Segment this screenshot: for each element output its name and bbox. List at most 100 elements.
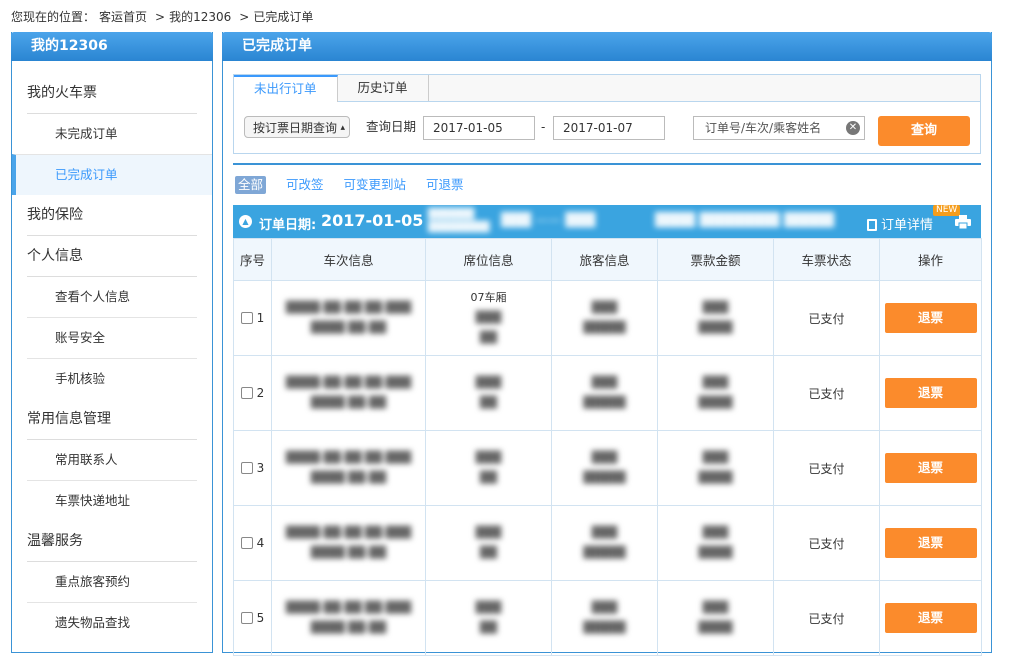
query-date-label: 查询日期 <box>366 119 417 134</box>
price-cell: ███ ████ <box>657 280 774 356</box>
clear-icon[interactable]: ✕ <box>846 121 860 135</box>
breadcrumb-separator: > <box>239 10 250 24</box>
date-to-input[interactable]: 2017-01-07 <box>553 116 665 140</box>
blurred-passenger-info: ███ █████ <box>583 301 626 334</box>
status-cell: 已支付 <box>773 580 880 656</box>
order-tabs: 未出行订单 历史订单 <box>234 75 980 102</box>
divider <box>233 163 981 165</box>
collapse-icon[interactable]: ▲ <box>239 215 252 228</box>
status-cell: 已支付 <box>773 355 880 431</box>
blurred-train-info: ████-██-██ ██:███ ████ ██-██ <box>285 526 412 559</box>
sidebar-item-lost-items[interactable]: 遗失物品查找 <box>27 602 197 643</box>
col-header-price: 票款金额 <box>657 238 774 281</box>
refund-button[interactable]: 退票 <box>884 528 977 558</box>
sidebar-group-insurance[interactable]: 我的保险 <box>12 195 212 235</box>
sidebar-item-contacts[interactable]: 常用联系人 <box>27 439 197 480</box>
blurred-price: ███ ████ <box>698 301 733 334</box>
search-button[interactable]: 查询 <box>878 116 970 146</box>
row-index-cell: 3 <box>233 430 272 506</box>
sidebar-group-services[interactable]: 温馨服务 <box>12 521 212 561</box>
orders-table: 序号 车次信息 席位信息 旅客信息 票款金额 车票状态 操作 1 ████-██-… <box>233 238 982 656</box>
passenger-info-cell: ███ █████ <box>551 430 658 506</box>
blurred-passenger-info: ███ █████ <box>583 376 626 409</box>
document-icon <box>867 219 877 231</box>
breadcrumb-my12306-link[interactable]: 我的12306 <box>169 10 231 24</box>
seat-info-cell: ███ ██ <box>425 355 552 431</box>
action-cell: 退票 <box>879 355 982 431</box>
sidebar-group-common-info[interactable]: 常用信息管理 <box>12 399 212 439</box>
blurred-seat-info: ███ ██ <box>475 376 502 409</box>
breadcrumb-separator: > <box>155 10 166 24</box>
tab-upcoming-orders[interactable]: 未出行订单 <box>234 75 338 102</box>
seat-car: 07车厢 <box>470 291 507 304</box>
sidebar-group-personal[interactable]: 个人信息 <box>12 236 212 276</box>
sidebar-item-view-profile[interactable]: 查看个人信息 <box>27 276 197 317</box>
table-row: 1 ████-██-██ ██:███ ████ ██-██ 07车厢 ███ ██ ███… <box>233 280 982 356</box>
passenger-info-cell: ███ █████ <box>551 580 658 656</box>
search-box: 未出行订单 历史订单 按订票日期查询 ▴ 查询日期 2017-01-05 - 2… <box>233 74 981 154</box>
seat-info-cell: ███ ██ <box>425 430 552 506</box>
blurred-route: ███ —— ███ <box>501 213 596 228</box>
row-checkbox[interactable] <box>240 612 253 624</box>
sidebar-item-completed-orders[interactable]: 已完成订单 <box>12 154 212 195</box>
sidebar-title: 我的12306 <box>11 32 213 61</box>
col-header-index: 序号 <box>233 238 272 281</box>
row-checkbox[interactable] <box>240 462 253 474</box>
price-cell: ███ ████ <box>657 580 774 656</box>
filter-change-destination[interactable]: 可变更到站 <box>344 176 407 194</box>
filter-refundable[interactable]: 可退票 <box>426 176 464 194</box>
row-index-cell: 5 <box>233 580 272 656</box>
page-title: 已完成订单 <box>222 32 992 61</box>
breadcrumb-prefix: 您现在的位置： <box>11 10 96 24</box>
date-separator: - <box>541 120 546 134</box>
row-index: 5 <box>256 611 265 625</box>
sidebar-item-account-security[interactable]: 账号安全 <box>27 317 197 358</box>
row-index: 2 <box>256 386 265 400</box>
blurred-train-info: ████-██-██ ██:███ ████ ██-██ <box>285 601 412 634</box>
row-index-cell: 2 <box>233 355 272 431</box>
passenger-info-cell: ███ █████ <box>551 505 658 581</box>
keyword-placeholder: 订单号/车次/乘客姓名 <box>705 121 822 135</box>
blurred-train-info: ████-██-██ ██:███ ████ ██-██ <box>285 376 412 409</box>
refund-button[interactable]: 退票 <box>884 303 977 333</box>
row-checkbox[interactable] <box>240 312 253 324</box>
table-header-row: 序号 车次信息 席位信息 旅客信息 票款金额 车票状态 操作 <box>233 238 982 281</box>
col-header-train: 车次信息 <box>271 238 426 281</box>
blurred-price: ███ ████ <box>698 451 733 484</box>
query-type-select[interactable]: 按订票日期查询 ▴ <box>244 116 350 138</box>
date-from-input[interactable]: 2017-01-05 <box>423 116 535 140</box>
row-checkbox[interactable] <box>240 537 253 549</box>
row-index-cell: 4 <box>233 505 272 581</box>
train-info-cell: ████-██-██ ██:███ ████ ██-██ <box>271 280 426 356</box>
seat-info-cell: ███ ██ <box>425 580 552 656</box>
blurred-train-info: ████-██-██ ██:███ ████ ██-██ <box>285 451 412 484</box>
sidebar-item-key-passenger[interactable]: 重点旅客预约 <box>27 561 197 602</box>
refund-button[interactable]: 退票 <box>884 603 977 633</box>
refund-button[interactable]: 退票 <box>884 453 977 483</box>
col-header-action: 操作 <box>879 238 982 281</box>
price-cell: ███ ████ <box>657 355 774 431</box>
tab-history-orders[interactable]: 历史订单 <box>338 75 429 101</box>
sidebar-group-tickets[interactable]: 我的火车票 <box>12 73 212 113</box>
breadcrumb-home-link[interactable]: 客运首页 <box>99 10 147 24</box>
filter-all[interactable]: 全部 <box>235 176 267 194</box>
row-checkbox[interactable] <box>240 387 253 399</box>
filter-changeable[interactable]: 可改签 <box>286 176 324 194</box>
refund-button[interactable]: 退票 <box>884 378 977 408</box>
table-row: 3 ████-██-██ ██:███ ████ ██-██ ███ ██ ███ ████… <box>233 430 982 506</box>
order-detail-link[interactable]: 订单详情 <box>867 214 933 233</box>
sidebar-item-phone-verify[interactable]: 手机核验 <box>27 358 197 399</box>
sidebar-item-unfinished-orders[interactable]: 未完成订单 <box>27 113 197 154</box>
breadcrumb-current: 已完成订单 <box>253 10 314 24</box>
row-index: 3 <box>256 461 265 475</box>
sidebar-item-delivery-address[interactable]: 车票快递地址 <box>27 480 197 521</box>
print-icon[interactable] <box>955 215 971 229</box>
keyword-input[interactable]: 订单号/车次/乘客姓名 ✕ <box>693 116 865 140</box>
blurred-seat-info: ███ ██ <box>475 311 502 344</box>
col-header-passenger: 旅客信息 <box>551 238 658 281</box>
status-cell: 已支付 <box>773 505 880 581</box>
sidebar: 我的12306 我的火车票 未完成订单 已完成订单 我的保险 个人信息 查看个人… <box>11 32 213 653</box>
blurred-seat-info: ███ ██ <box>475 601 502 634</box>
action-cell: 退票 <box>879 430 982 506</box>
blurred-passenger-info: ███ █████ <box>583 526 626 559</box>
